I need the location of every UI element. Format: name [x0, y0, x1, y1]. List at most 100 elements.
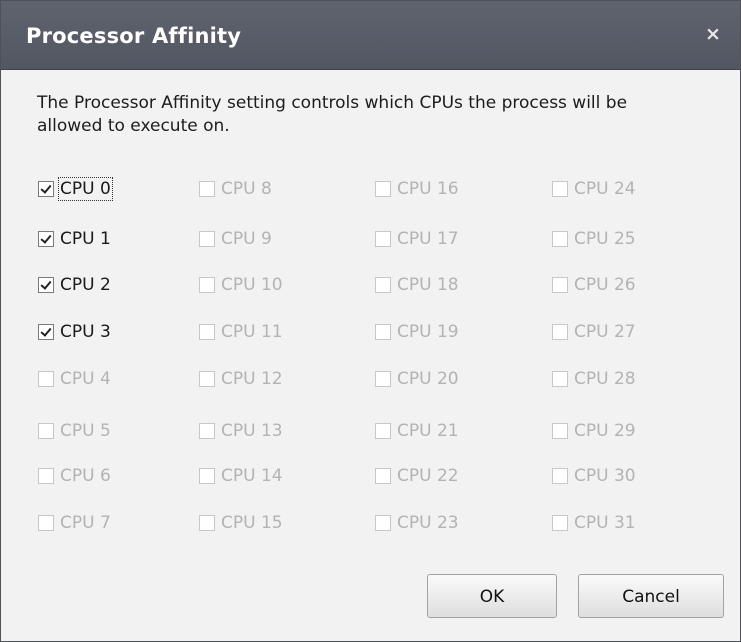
- cpu-checkbox[interactable]: CPU 2: [38, 272, 111, 298]
- processor-affinity-dialog: Processor Affinity × The Processor Affin…: [0, 0, 741, 642]
- cancel-button[interactable]: Cancel: [578, 574, 724, 618]
- cpu-checkbox-label: CPU 8: [221, 179, 272, 199]
- checkbox-unchecked-icon: [38, 515, 54, 531]
- checkbox-unchecked-icon: [38, 371, 54, 387]
- cpu-checkbox: CPU 20: [375, 366, 459, 392]
- checkbox-checked-icon[interactable]: [38, 231, 54, 247]
- cpu-checkbox[interactable]: CPU 1: [38, 226, 111, 252]
- checkbox-unchecked-icon: [38, 468, 54, 484]
- dialog-description: The Processor Affinity setting controls …: [37, 93, 628, 136]
- checkbox-unchecked-icon: [199, 468, 215, 484]
- checkbox-unchecked-icon: [552, 181, 568, 197]
- cpu-checkbox-label: CPU 5: [60, 421, 111, 441]
- cpu-checkbox: CPU 22: [375, 463, 459, 489]
- checkbox-unchecked-icon: [552, 371, 568, 387]
- cpu-checkbox: CPU 13: [199, 418, 283, 444]
- cpu-checkbox: CPU 25: [552, 226, 636, 252]
- cpu-checkbox: CPU 23: [375, 510, 459, 536]
- checkbox-checked-icon[interactable]: [38, 181, 54, 197]
- cpu-checkbox-label: CPU 1: [60, 229, 111, 249]
- cpu-checkbox: CPU 21: [375, 418, 459, 444]
- cpu-checkbox: CPU 4: [38, 366, 111, 392]
- checkbox-unchecked-icon: [552, 231, 568, 247]
- cpu-checkbox-label: CPU 4: [60, 369, 111, 389]
- cpu-checkbox-label: CPU 14: [221, 466, 283, 486]
- checkbox-unchecked-icon: [375, 277, 391, 293]
- cpu-checkbox: CPU 9: [199, 226, 272, 252]
- checkbox-unchecked-icon: [375, 515, 391, 531]
- cpu-checkbox-label: CPU 17: [397, 229, 459, 249]
- cpu-checkbox-label: CPU 13: [221, 421, 283, 441]
- cpu-checkbox-label: CPU 16: [397, 179, 459, 199]
- checkbox-unchecked-icon: [199, 324, 215, 340]
- checkbox-unchecked-icon: [552, 277, 568, 293]
- checkbox-unchecked-icon: [375, 231, 391, 247]
- cpu-checkbox-label: CPU 19: [397, 322, 459, 342]
- cpu-checkbox-label: CPU 24: [574, 179, 636, 199]
- cpu-checkbox: CPU 8: [199, 176, 272, 202]
- cpu-checkbox: CPU 17: [375, 226, 459, 252]
- cpu-checkbox-label: CPU 26: [574, 275, 636, 295]
- cpu-checkbox-label: CPU 27: [574, 322, 636, 342]
- checkbox-unchecked-icon: [552, 468, 568, 484]
- checkbox-unchecked-icon: [199, 371, 215, 387]
- cpu-checkbox: CPU 15: [199, 510, 283, 536]
- cpu-checkbox-label: CPU 21: [397, 421, 459, 441]
- cpu-checkbox-label: CPU 9: [221, 229, 272, 249]
- cpu-checkbox: CPU 24: [552, 176, 636, 202]
- cpu-checkbox: CPU 10: [199, 272, 283, 298]
- cpu-checkbox-label: CPU 7: [60, 513, 111, 533]
- close-icon[interactable]: ×: [699, 19, 727, 49]
- checkbox-unchecked-icon: [552, 423, 568, 439]
- cpu-checkbox: CPU 12: [199, 366, 283, 392]
- cpu-checkbox-label: CPU 10: [221, 275, 283, 295]
- cpu-checkbox[interactable]: CPU 3: [38, 319, 111, 345]
- cpu-checkbox-label: CPU 11: [221, 322, 283, 342]
- cpu-checkbox-label: CPU 31: [574, 513, 636, 533]
- cpu-checkbox: CPU 31: [552, 510, 636, 536]
- cpu-checkbox-label: CPU 15: [221, 513, 283, 533]
- cpu-checkbox: CPU 26: [552, 272, 636, 298]
- checkbox-unchecked-icon: [552, 515, 568, 531]
- checkbox-unchecked-icon: [375, 181, 391, 197]
- cpu-checkbox-label: CPU 3: [60, 322, 111, 342]
- cpu-checkbox: CPU 16: [375, 176, 459, 202]
- checkbox-unchecked-icon: [199, 231, 215, 247]
- cpu-checkbox-label: CPU 29: [574, 421, 636, 441]
- cpu-checkbox: CPU 14: [199, 463, 283, 489]
- cpu-checkbox-label: CPU 6: [60, 466, 111, 486]
- checkbox-unchecked-icon: [552, 324, 568, 340]
- cpu-checkbox: CPU 27: [552, 319, 636, 345]
- cpu-checkbox-label: CPU 23: [397, 513, 459, 533]
- checkbox-checked-icon[interactable]: [38, 324, 54, 340]
- cpu-checkbox: CPU 7: [38, 510, 111, 536]
- cpu-checkbox-label: CPU 12: [221, 369, 283, 389]
- cpu-checkbox: CPU 19: [375, 319, 459, 345]
- cpu-checkbox-label: CPU 22: [397, 466, 459, 486]
- checkbox-unchecked-icon: [38, 423, 54, 439]
- cpu-checkbox[interactable]: CPU 0: [38, 176, 113, 202]
- cpu-checkbox-label: CPU 18: [397, 275, 459, 295]
- cpu-checkbox-label: CPU 30: [574, 466, 636, 486]
- cpu-checkbox: CPU 18: [375, 272, 459, 298]
- checkbox-unchecked-icon: [199, 515, 215, 531]
- cpu-checkbox: CPU 6: [38, 463, 111, 489]
- cpu-checkbox-label: CPU 0: [58, 177, 113, 201]
- checkbox-unchecked-icon: [375, 423, 391, 439]
- checkbox-unchecked-icon: [375, 324, 391, 340]
- cpu-checkbox: CPU 29: [552, 418, 636, 444]
- cpu-checkbox: CPU 30: [552, 463, 636, 489]
- title-bar[interactable]: Processor Affinity ×: [1, 1, 740, 70]
- checkbox-unchecked-icon: [199, 277, 215, 293]
- cpu-checkbox-label: CPU 25: [574, 229, 636, 249]
- checkbox-unchecked-icon: [199, 181, 215, 197]
- checkbox-unchecked-icon: [199, 423, 215, 439]
- cpu-checkbox-label: CPU 20: [397, 369, 459, 389]
- cpu-checkbox: CPU 5: [38, 418, 111, 444]
- cpu-checkbox: CPU 11: [199, 319, 283, 345]
- dialog-title: Processor Affinity: [26, 24, 242, 48]
- ok-button[interactable]: OK: [427, 574, 557, 618]
- cpu-checkbox-label: CPU 28: [574, 369, 636, 389]
- checkbox-unchecked-icon: [375, 371, 391, 387]
- checkbox-checked-icon[interactable]: [38, 277, 54, 293]
